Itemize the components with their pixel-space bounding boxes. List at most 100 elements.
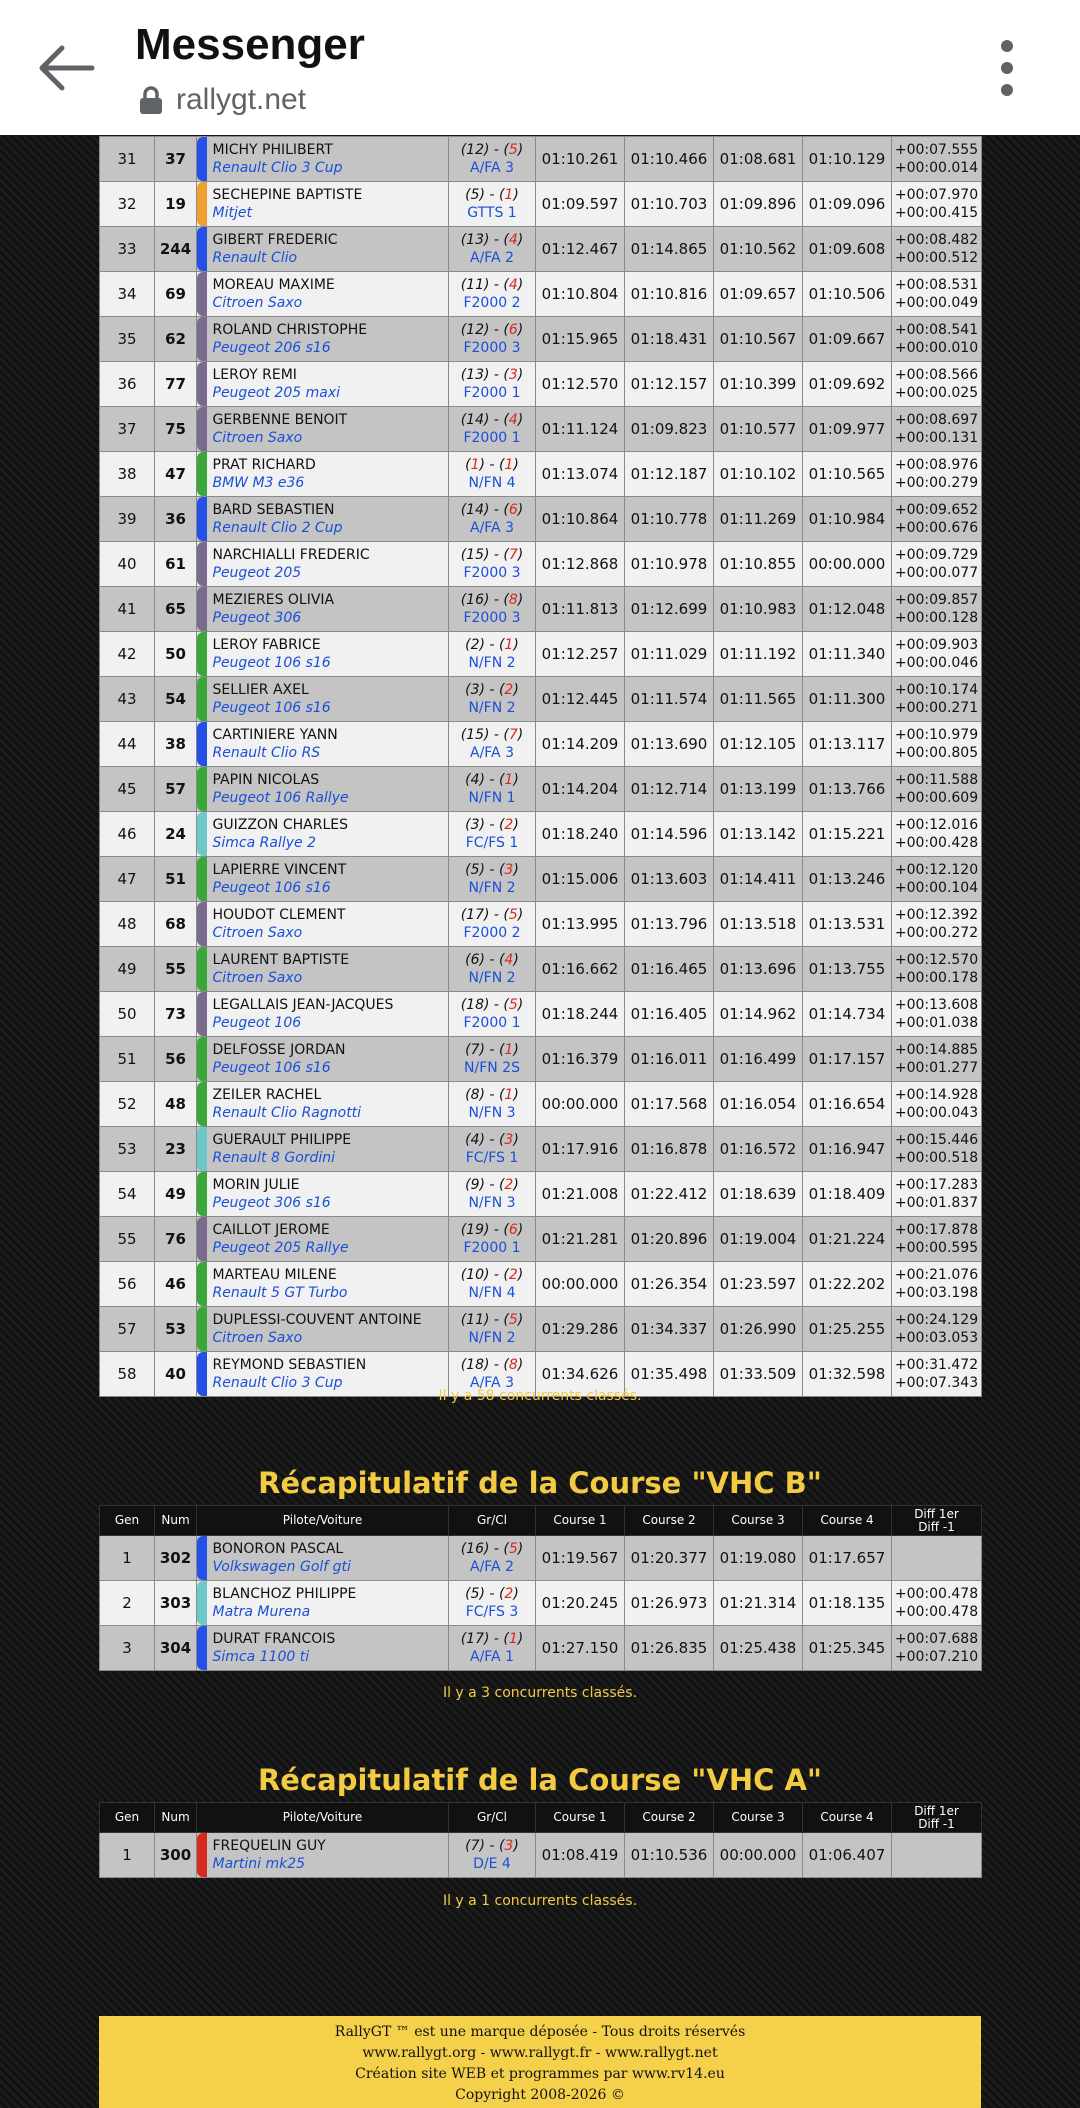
url-row[interactable]: rallygt.net bbox=[138, 82, 306, 118]
course2-time: 01:34.337 bbox=[624, 1306, 714, 1352]
pilot-car[interactable]: BONORON PASCAL Volkswagen Golf gti bbox=[208, 1535, 449, 1581]
pilot-car[interactable]: MORIN JULIE Peugeot 306 s16 bbox=[208, 1171, 449, 1217]
footer-copyright: Copyright 2008-2026 © bbox=[455, 2087, 625, 2103]
table-row: 56 46 MARTEAU MILENE Renault 5 GT Turbo (10)… bbox=[99, 1261, 982, 1307]
pilot-car[interactable]: LEROY FABRICE Peugeot 106 s16 bbox=[208, 631, 449, 677]
course1-time: 01:12.570 bbox=[535, 361, 625, 407]
course1-time: 01:13.074 bbox=[535, 451, 625, 497]
category: N/FN 3 bbox=[468, 1195, 516, 1211]
pilot-car[interactable]: LEGALLAIS JEAN-JACQUES Peugeot 106 bbox=[208, 991, 449, 1037]
pilot-car[interactable]: GERBENNE BENOIT Citroen Saxo bbox=[208, 406, 449, 452]
car-number: 50 bbox=[154, 631, 197, 677]
diff-cell bbox=[891, 1832, 982, 1878]
course4-time: 01:12.048 bbox=[802, 586, 892, 632]
gen-rank: 33 bbox=[99, 226, 155, 272]
course3-time: 01:21.314 bbox=[713, 1580, 803, 1626]
pilot-car[interactable]: PRAT RICHARD BMW M3 e36 bbox=[208, 451, 449, 497]
table-row: 42 50 LEROY FABRICE Peugeot 106 s16 (2) - (1… bbox=[99, 631, 982, 677]
pilot-car[interactable]: GIBERT FREDERIC Renault Clio bbox=[208, 226, 449, 272]
pilot-car[interactable]: PAPIN NICOLAS Peugeot 106 Rallye bbox=[208, 766, 449, 812]
col-diff1: Diff 1er bbox=[914, 1506, 959, 1521]
pilot-car[interactable]: MARTEAU MILENE Renault 5 GT Turbo bbox=[208, 1261, 449, 1307]
pilot-car[interactable]: HOUDOT CLEMENT Citroen Saxo bbox=[208, 901, 449, 947]
pilot-car[interactable]: SECHEPINE BAPTISTE Mitjet bbox=[208, 181, 449, 227]
course2-time: 01:16.878 bbox=[624, 1126, 714, 1172]
col-course4: Course 4 bbox=[802, 1802, 892, 1833]
back-arrow-icon[interactable] bbox=[34, 36, 98, 100]
car-number: 19 bbox=[154, 181, 197, 227]
car-model: Renault Clio 2 Cup bbox=[212, 520, 343, 536]
course2-time: 01:12.157 bbox=[624, 361, 714, 407]
pilot-car[interactable]: DELFOSSE JORDAN Peugeot 106 s16 bbox=[208, 1036, 449, 1082]
course3-time: 01:13.199 bbox=[713, 766, 803, 812]
car-model: Peugeot 306 s16 bbox=[212, 1195, 331, 1211]
pilot-car[interactable]: SELLIER AXEL Peugeot 106 s16 bbox=[208, 676, 449, 722]
course3-time: 00:00.000 bbox=[713, 1832, 803, 1878]
pilot-car[interactable]: FREQUELIN GUY Martini mk25 bbox=[208, 1832, 449, 1878]
pilot-name: ROLAND CHRISTOPHE bbox=[212, 322, 368, 338]
pilot-car[interactable]: LAPIERRE VINCENT Peugeot 106 s16 bbox=[208, 856, 449, 902]
position: (12) - (5) bbox=[460, 142, 524, 158]
course3-time: 01:13.518 bbox=[713, 901, 803, 947]
group-class: (13) - (3) F2000 1 bbox=[448, 361, 536, 407]
footer-credits[interactable]: Création site WEB et programmes par www.… bbox=[99, 2064, 981, 2085]
pilot-car[interactable]: MEZIERES OLIVIA Peugeot 306 bbox=[208, 586, 449, 632]
pilot-car[interactable]: DURAT FRANCOIS Simca 1100 ti bbox=[208, 1625, 449, 1671]
gen-rank: 36 bbox=[99, 361, 155, 407]
gen-rank: 1 bbox=[99, 1535, 155, 1581]
class-color-bar bbox=[196, 1261, 209, 1307]
group-class: (3) - (2) FC/FS 1 bbox=[448, 811, 536, 857]
gen-rank: 42 bbox=[99, 631, 155, 677]
car-model: Matra Murena bbox=[212, 1604, 311, 1620]
url-text: rallygt.net bbox=[176, 83, 307, 116]
group-class: (7) - (1) N/FN 2S bbox=[448, 1036, 536, 1082]
pilot-car[interactable]: DUPLESSI-COUVENT ANTOINE Citroen Saxo bbox=[208, 1306, 449, 1352]
table-row: 51 56 DELFOSSE JORDAN Peugeot 106 s16 (7) - … bbox=[99, 1036, 982, 1082]
course4-time: 01:17.157 bbox=[802, 1036, 892, 1082]
gen-rank: 45 bbox=[99, 766, 155, 812]
diff-first: +00:08.566 bbox=[894, 367, 979, 383]
pilot-name: BARD SEBASTIEN bbox=[212, 502, 335, 518]
category: A/FA 3 bbox=[470, 520, 514, 536]
pilot-car[interactable]: MOREAU MAXIME Citroen Saxo bbox=[208, 271, 449, 317]
pilot-car[interactable]: GUIZZON CHARLES Simca Rallye 2 bbox=[208, 811, 449, 857]
category: F2000 1 bbox=[463, 1015, 521, 1031]
table-row: 37 75 GERBENNE BENOIT Citroen Saxo (14) - (4… bbox=[99, 406, 982, 452]
pilot-car[interactable]: LEROY REMI Peugeot 205 maxi bbox=[208, 361, 449, 407]
pilot-car[interactable]: ROLAND CHRISTOPHE Peugeot 206 s16 bbox=[208, 316, 449, 362]
pilot-car[interactable]: CARTINIERE YANN Renault Clio RS bbox=[208, 721, 449, 767]
course3-time: 01:18.639 bbox=[713, 1171, 803, 1217]
pilot-car[interactable]: MICHY PHILIBERT Renault Clio 3 Cup bbox=[208, 136, 449, 182]
pilot-car[interactable]: NARCHIALLI FREDERIC Peugeot 205 bbox=[208, 541, 449, 587]
category: N/FN 2 bbox=[468, 700, 516, 716]
diff-prev: +00:00.025 bbox=[894, 385, 979, 401]
pilot-car[interactable]: GUERAULT PHILIPPE Renault 8 Gordini bbox=[208, 1126, 449, 1172]
course4-time: 01:17.657 bbox=[802, 1535, 892, 1581]
app-title: Messenger bbox=[135, 20, 365, 69]
pilot-name: PRAT RICHARD bbox=[212, 457, 316, 473]
category: F2000 1 bbox=[463, 430, 521, 446]
table-header: Gen Num Pilote/Voiture Gr/Cl Course 1 Co… bbox=[99, 1802, 982, 1833]
category: F2000 3 bbox=[463, 610, 521, 626]
pilot-car[interactable]: CAILLOT JEROME Peugeot 205 Rallye bbox=[208, 1216, 449, 1262]
gen-rank: 51 bbox=[99, 1036, 155, 1082]
pilot-car[interactable]: BARD SEBASTIEN Renault Clio 2 Cup bbox=[208, 496, 449, 542]
table-row: 49 55 LAURENT BAPTISTE Citroen Saxo (6) - (4… bbox=[99, 946, 982, 992]
section-title-vhca: Récapitulatif de la Course "VHC A" bbox=[257, 1763, 823, 1797]
car-model: Peugeot 306 bbox=[212, 610, 302, 626]
car-model: Peugeot 106 bbox=[212, 1015, 302, 1031]
footer-links[interactable]: www.rallygt.org - www.rallygt.fr - www.r… bbox=[99, 2043, 981, 2064]
position: (12) - (6) bbox=[460, 322, 524, 338]
pilot-car[interactable]: BLANCHOZ PHILIPPE Matra Murena bbox=[208, 1580, 449, 1626]
course1-time: 00:00.000 bbox=[535, 1261, 625, 1307]
pilot-car[interactable]: LAURENT BAPTISTE Citroen Saxo bbox=[208, 946, 449, 992]
pilot-car[interactable]: ZEILER RACHEL Renault Clio Ragnotti bbox=[208, 1081, 449, 1127]
car-model: Renault Clio bbox=[212, 250, 298, 266]
more-options-icon[interactable] bbox=[990, 38, 1024, 98]
course1-time: 01:27.150 bbox=[535, 1625, 625, 1671]
pilot-name: CAILLOT JEROME bbox=[212, 1222, 330, 1238]
course4-time: 01:13.755 bbox=[802, 946, 892, 992]
car-number: 57 bbox=[154, 766, 197, 812]
course4-time: 01:10.506 bbox=[802, 271, 892, 317]
position: (10) - (2) bbox=[460, 1267, 524, 1283]
